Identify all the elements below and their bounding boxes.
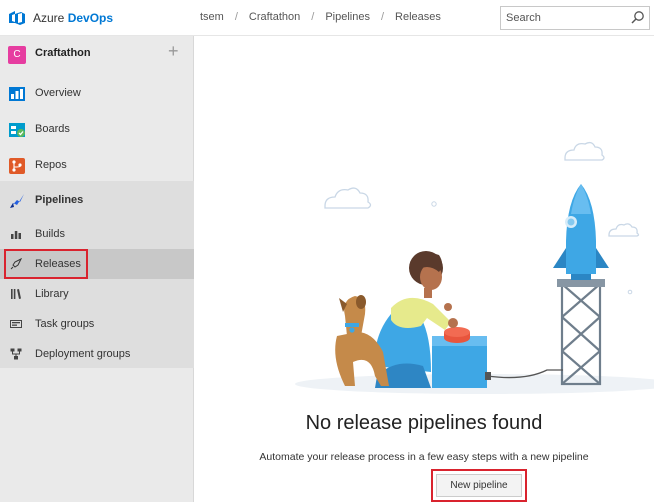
breadcrumb: tsem / Craftathon / Pipelines / Releases bbox=[200, 11, 441, 23]
sidebar-item-overview[interactable]: Overview bbox=[0, 76, 194, 112]
sidebar-item-label: Overview bbox=[35, 87, 81, 99]
add-icon[interactable]: + bbox=[168, 41, 179, 62]
empty-state-subtitle: Automate your release process in a few e… bbox=[259, 451, 589, 463]
sidebar-item-pipelines[interactable]: Pipelines bbox=[0, 183, 194, 219]
library-icon bbox=[11, 289, 21, 299]
sidebar-subitem-label: Builds bbox=[35, 228, 65, 240]
new-pipeline-button[interactable]: New pipeline bbox=[436, 474, 522, 497]
new-pipeline-button-highlight: New pipeline bbox=[431, 469, 527, 502]
sidebar-subitem-builds[interactable]: Builds bbox=[0, 219, 194, 249]
main-content: No release pipelines found Automate your… bbox=[195, 36, 654, 502]
project-avatar: C bbox=[8, 46, 26, 64]
empty-state-title: No release pipelines found bbox=[305, 412, 543, 434]
breadcrumb-item-project[interactable]: Craftathon bbox=[249, 11, 300, 23]
task-groups-icon bbox=[10, 320, 22, 328]
launch-tower-icon bbox=[560, 282, 602, 386]
project-header[interactable]: C Craftathon + bbox=[0, 36, 194, 72]
releases-highlight-box bbox=[4, 249, 88, 279]
sidebar-subitem-label: Deployment groups bbox=[35, 348, 131, 360]
sidebar-item-boards[interactable]: Boards bbox=[0, 112, 194, 148]
deployment-groups-icon bbox=[10, 348, 22, 360]
sidebar-item-repos[interactable]: Repos bbox=[0, 148, 194, 184]
sidebar-subitem-label: Library bbox=[35, 288, 69, 300]
rocket-illustration-icon bbox=[553, 184, 609, 280]
repos-icon bbox=[9, 158, 25, 174]
search-icon[interactable] bbox=[630, 10, 645, 25]
sidebar-item-label: Pipelines bbox=[35, 194, 84, 206]
breadcrumb-item-pipelines[interactable]: Pipelines bbox=[325, 11, 370, 23]
pipelines-icon bbox=[10, 194, 24, 208]
breadcrumb-separator: / bbox=[380, 11, 385, 23]
boards-icon bbox=[9, 123, 25, 137]
sidebar-subitem-library[interactable]: Library bbox=[0, 279, 194, 309]
empty-state-illustration bbox=[295, 141, 654, 394]
project-name: Craftathon bbox=[35, 47, 91, 59]
top-bar: Azure DevOps tsem / Craftathon / Pipelin… bbox=[0, 0, 654, 36]
breadcrumb-separator: / bbox=[234, 11, 238, 23]
search-placeholder: Search bbox=[506, 12, 541, 24]
sidebar-subitem-task-groups[interactable]: Task groups bbox=[0, 309, 194, 339]
brand[interactable]: Azure DevOps bbox=[8, 8, 113, 28]
azure-devops-logo-icon bbox=[9, 11, 25, 25]
brand-name: Azure DevOps bbox=[33, 11, 114, 25]
breadcrumb-separator: / bbox=[311, 11, 315, 23]
breadcrumb-item-releases[interactable]: Releases bbox=[395, 11, 441, 23]
sidebar-subitem-label: Task groups bbox=[35, 318, 95, 330]
sidebar-item-label: Repos bbox=[35, 159, 67, 171]
sidebar-subitem-deployment-groups[interactable]: Deployment groups bbox=[0, 339, 194, 369]
search-input[interactable]: Search bbox=[500, 6, 650, 30]
overview-icon bbox=[9, 87, 25, 101]
breadcrumb-item-org[interactable]: tsem bbox=[200, 11, 224, 23]
sidebar-item-label: Boards bbox=[35, 123, 70, 135]
builds-icon bbox=[11, 231, 21, 239]
